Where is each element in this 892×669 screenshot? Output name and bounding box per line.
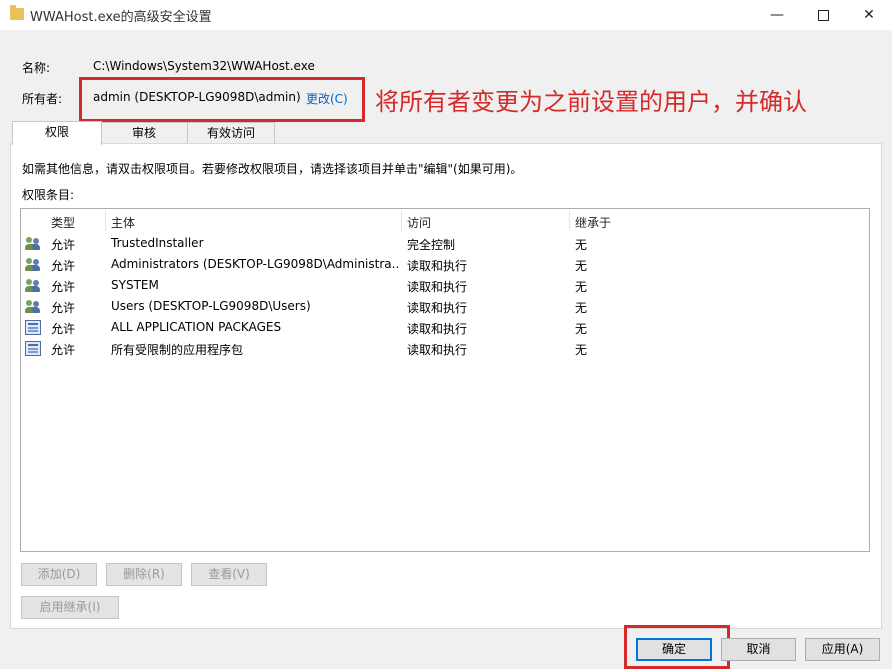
maximize-button[interactable] bbox=[800, 0, 846, 30]
entries-label: 权限条目: bbox=[22, 188, 75, 202]
row-access: 读取和执行 bbox=[407, 343, 468, 357]
close-button[interactable]: ✕ bbox=[846, 0, 892, 30]
apply-button[interactable]: 应用(A) bbox=[805, 638, 880, 661]
users-icon bbox=[25, 236, 41, 250]
tab-effective-access[interactable]: 有效访问 bbox=[187, 122, 275, 143]
package-icon bbox=[25, 320, 41, 335]
owner-highlight-box bbox=[79, 77, 365, 122]
users-icon bbox=[25, 257, 41, 271]
maximize-icon bbox=[817, 9, 829, 21]
remove-button[interactable]: 删除(R) bbox=[106, 563, 182, 586]
table-row[interactable]: 允许 ALL APPLICATION PACKAGES 读取和执行 无 bbox=[21, 317, 867, 338]
row-principal: Users (DESKTOP-LG9098D\Users) bbox=[111, 299, 311, 313]
row-inherited: 无 bbox=[575, 343, 588, 357]
ok-button[interactable]: 确定 bbox=[636, 638, 712, 661]
column-divider[interactable] bbox=[569, 211, 570, 231]
row-inherited: 无 bbox=[575, 301, 588, 315]
enable-inheritance-button[interactable]: 启用继承(I) bbox=[21, 596, 119, 619]
row-inherited: 无 bbox=[575, 238, 588, 252]
package-icon bbox=[25, 341, 41, 356]
row-principal: ALL APPLICATION PACKAGES bbox=[111, 320, 282, 334]
tab-permissions[interactable]: 权限 bbox=[12, 121, 102, 145]
column-header-principal[interactable]: 主体 bbox=[111, 214, 135, 231]
row-type: 允许 bbox=[51, 238, 76, 252]
table-row[interactable]: 允许 SYSTEM 读取和执行 无 bbox=[21, 275, 867, 296]
title-bar: WWAHost.exe的高级安全设置 — ✕ bbox=[0, 0, 892, 30]
column-divider[interactable] bbox=[105, 211, 106, 231]
column-header-access[interactable]: 访问 bbox=[407, 214, 431, 231]
owner-label: 所有者: bbox=[22, 92, 63, 106]
row-access: 读取和执行 bbox=[407, 259, 468, 273]
row-type: 允许 bbox=[51, 322, 76, 336]
row-principal: 所有受限制的应用程序包 bbox=[111, 343, 244, 357]
row-inherited: 无 bbox=[575, 259, 588, 273]
annotation-text: 将所有者变更为之前设置的用户，并确认 bbox=[375, 88, 807, 116]
folder-icon bbox=[10, 5, 24, 20]
row-type: 允许 bbox=[51, 280, 76, 294]
row-access: 完全控制 bbox=[407, 238, 456, 252]
table-row[interactable]: 允许 Users (DESKTOP-LG9098D\Users) 读取和执行 无 bbox=[21, 296, 867, 317]
window-title: WWAHost.exe的高级安全设置 bbox=[30, 10, 212, 25]
users-icon bbox=[25, 278, 41, 292]
row-principal: SYSTEM bbox=[111, 278, 159, 292]
column-header-inherited[interactable]: 继承于 bbox=[575, 214, 611, 231]
table-row[interactable]: 允许 所有受限制的应用程序包 读取和执行 无 bbox=[21, 338, 867, 359]
cancel-button[interactable]: 取消 bbox=[721, 638, 796, 661]
row-type: 允许 bbox=[51, 301, 76, 315]
permission-entries-list[interactable]: 类型 主体 访问 继承于 允许 TrustedInstaller 完全控制 无 … bbox=[20, 208, 870, 552]
table-row[interactable]: 允许 TrustedInstaller 完全控制 无 bbox=[21, 233, 867, 254]
users-icon bbox=[25, 299, 41, 313]
row-access: 读取和执行 bbox=[407, 280, 468, 294]
name-label: 名称: bbox=[22, 61, 51, 75]
row-principal: TrustedInstaller bbox=[111, 236, 204, 250]
view-button[interactable]: 查看(V) bbox=[191, 563, 267, 586]
instruction-text: 如需其他信息，请双击权限项目。若要修改权限项目，请选择该项目并单击"编辑"(如果… bbox=[22, 162, 523, 176]
row-access: 读取和执行 bbox=[407, 301, 468, 315]
table-row[interactable]: 允许 Administrators (DESKTOP-LG9098D\Admin… bbox=[21, 254, 867, 275]
row-inherited: 无 bbox=[575, 322, 588, 336]
add-button[interactable]: 添加(D) bbox=[21, 563, 97, 586]
minimize-button[interactable]: — bbox=[754, 0, 800, 30]
name-value: C:\Windows\System32\WWAHost.exe bbox=[93, 59, 315, 73]
row-type: 允许 bbox=[51, 259, 76, 273]
column-divider[interactable] bbox=[401, 211, 402, 231]
row-principal: Administrators (DESKTOP-LG9098D\Administ… bbox=[111, 257, 399, 271]
row-access: 读取和执行 bbox=[407, 322, 468, 336]
row-type: 允许 bbox=[51, 343, 76, 357]
row-inherited: 无 bbox=[575, 280, 588, 294]
tab-auditing[interactable]: 审核 bbox=[100, 122, 188, 143]
column-header-type[interactable]: 类型 bbox=[51, 214, 75, 231]
